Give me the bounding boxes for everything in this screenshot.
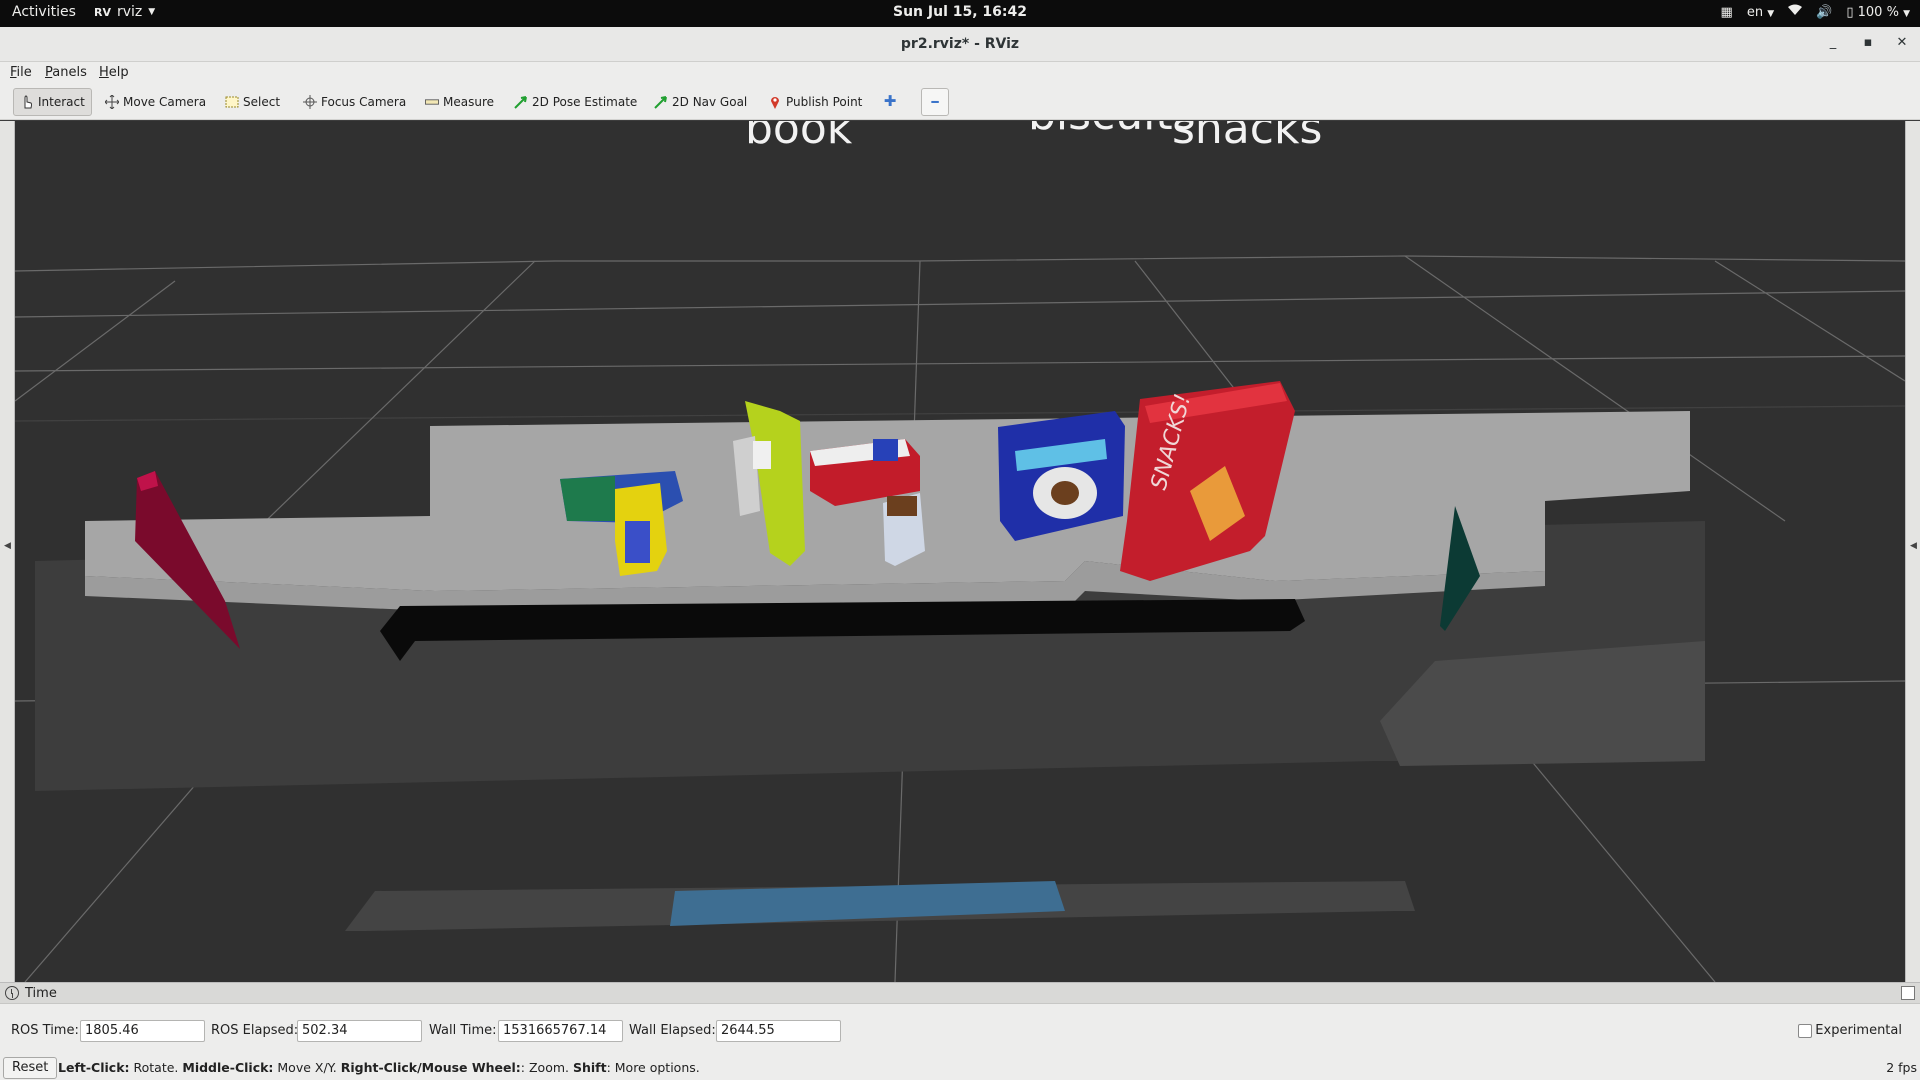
measure-tool-label: Measure <box>443 95 494 109</box>
close-icon[interactable]: ✕ <box>1892 35 1912 55</box>
green-arrow-icon <box>514 95 528 109</box>
select-tool-button[interactable]: Select <box>219 88 286 116</box>
clock-icon <box>5 986 19 1000</box>
tool-bar: Interact Move Camera Select Focus Camera… <box>0 84 1920 120</box>
volume-icon[interactable]: 🔊 <box>1816 5 1832 20</box>
pose-estimate-tool-button[interactable]: 2D Pose Estimate <box>508 88 643 116</box>
window-title-bar[interactable]: pr2.rviz* - RViz _ ▪ ✕ <box>0 27 1920 62</box>
menu-panels[interactable]: Panels <box>45 65 87 80</box>
hint-middle-key: Middle-Click: <box>182 1060 274 1075</box>
time-panel-title: Time <box>25 986 57 1001</box>
map-pin-icon <box>768 95 782 109</box>
object-label-snacks: snacks <box>1172 121 1323 154</box>
language-selector[interactable]: en ▼ <box>1747 5 1774 20</box>
experimental-label: Experimental <box>1815 1023 1902 1038</box>
ros-elapsed-label: ROS Elapsed: <box>211 1023 299 1038</box>
activities-button[interactable]: Activities <box>12 4 76 20</box>
wall-time-label: Wall Time: <box>429 1023 497 1038</box>
app-menu-label: rviz <box>116 4 143 20</box>
language-label: en <box>1746 4 1764 20</box>
plus-icon: ✚ <box>883 92 897 110</box>
hand-pointer-icon <box>20 95 34 109</box>
scene-canvas: SNACKS! <box>15 255 1905 982</box>
move-camera-tool-label: Move Camera <box>123 95 207 109</box>
system-top-bar: Activities RV rviz ▼ Sun Jul 15, 16:42 ▦… <box>0 0 1920 27</box>
select-tool-label: Select <box>243 95 281 109</box>
menu-bar: File Panels Help <box>0 62 1920 84</box>
menu-help[interactable]: Help <box>99 65 129 80</box>
right-dock-toggle[interactable]: ◀ <box>1905 121 1920 982</box>
wifi-icon[interactable] <box>1788 4 1803 20</box>
add-tool-button[interactable]: ✚ <box>876 88 904 116</box>
wall-elapsed-label: Wall Elapsed: <box>629 1023 716 1038</box>
rviz-app-icon: RV <box>94 5 111 19</box>
nav-goal-tool-button[interactable]: 2D Nav Goal <box>648 88 753 116</box>
measure-tool-button[interactable]: Measure <box>419 88 500 116</box>
minus-icon: ━ <box>931 95 939 109</box>
chevron-right-icon: ◀ <box>1910 541 1917 551</box>
object-label-book: book <box>745 121 853 154</box>
hint-middle-text: Move X/Y. <box>273 1060 341 1075</box>
left-dock-toggle[interactable]: ◀ <box>0 121 15 982</box>
menu-file[interactable]: File <box>10 65 32 80</box>
ros-time-field[interactable]: 1805.46 <box>80 1020 205 1042</box>
ros-elapsed-field[interactable]: 502.34 <box>297 1020 422 1042</box>
time-panel: Time ROS Time: 1805.46 ROS Elapsed: 502.… <box>0 982 1920 1080</box>
maximize-icon[interactable]: ▪ <box>1858 35 1878 55</box>
green-arrow-icon <box>654 95 668 109</box>
hint-right-text: : Zoom. <box>520 1060 573 1075</box>
hint-left-text: Rotate. <box>129 1060 183 1075</box>
chevron-down-icon: ▼ <box>148 7 156 17</box>
hint-shift-key: Shift <box>572 1060 607 1075</box>
chevron-left-icon: ◀ <box>4 541 11 551</box>
experimental-checkbox[interactable] <box>1798 1024 1812 1038</box>
battery-label: 100 % <box>1857 4 1899 20</box>
publish-point-tool-label: Publish Point <box>786 95 863 109</box>
hint-left-key: Left-Click: <box>58 1060 130 1075</box>
battery-indicator[interactable]: ▯ 100 % ▼ <box>1846 5 1910 20</box>
hint-right-key: Right-Click/Mouse Wheel: <box>340 1060 521 1075</box>
hint-shift-text: : More options. <box>606 1060 700 1075</box>
focus-camera-tool-label: Focus Camera <box>321 95 407 109</box>
pose-estimate-tool-label: 2D Pose Estimate <box>532 95 638 109</box>
wall-elapsed-field[interactable]: 2644.55 <box>716 1020 841 1042</box>
battery-icon: ▯ <box>1846 4 1854 20</box>
undock-panel-button[interactable] <box>1901 986 1915 1000</box>
ruler-icon <box>425 95 439 109</box>
interact-tool-button[interactable]: Interact <box>13 88 92 116</box>
chevron-down-icon: ▼ <box>1767 8 1775 19</box>
nav-goal-tool-label: 2D Nav Goal <box>672 95 748 109</box>
ros-time-label: ROS Time: <box>11 1023 79 1038</box>
interact-tool-label: Interact <box>38 95 85 109</box>
clock-button[interactable]: Sun Jul 15, 16:42 <box>893 4 1027 20</box>
render-viewport[interactable]: SNACKS! book biscuits snacks <box>15 121 1905 982</box>
time-panel-header: Time <box>0 982 1920 1004</box>
selection-box-icon <box>225 95 239 109</box>
fps-readout: 2 fps <box>1886 1060 1917 1075</box>
wall-time-field[interactable]: 1531665767.14 <box>498 1020 623 1042</box>
focus-camera-tool-button[interactable]: Focus Camera <box>297 88 412 116</box>
minimize-icon[interactable]: _ <box>1823 35 1843 55</box>
workspace-grid-icon[interactable]: ▦ <box>1721 5 1733 20</box>
reset-button[interactable]: Reset <box>3 1057 58 1079</box>
window-title: pr2.rviz* - RViz <box>900 36 1020 52</box>
chevron-down-icon: ▼ <box>1903 8 1910 19</box>
app-menu-button[interactable]: RV rviz ▼ <box>94 4 155 20</box>
remove-tool-button[interactable]: ━ <box>921 88 949 116</box>
move-arrows-icon <box>105 95 119 109</box>
publish-point-tool-button[interactable]: Publish Point <box>762 88 868 116</box>
object-label-biscuits: biscuits <box>1028 121 1196 140</box>
status-hint: Left-Click: Rotate. Middle-Click: Move X… <box>58 1060 700 1075</box>
crosshair-icon <box>303 95 317 109</box>
move-camera-tool-button[interactable]: Move Camera <box>99 88 212 116</box>
